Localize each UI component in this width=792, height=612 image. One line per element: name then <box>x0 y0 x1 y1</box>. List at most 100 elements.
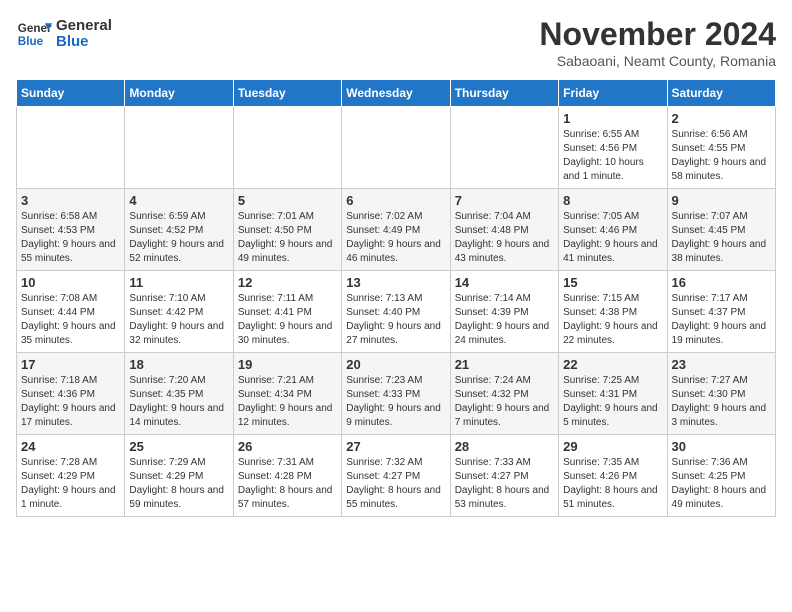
location-subtitle: Sabaoani, Neamt County, Romania <box>539 53 776 69</box>
day-info: Sunrise: 7:29 AM Sunset: 4:29 PM Dayligh… <box>129 456 228 512</box>
day-info: Sunrise: 7:05 AM Sunset: 4:46 PM Dayligh… <box>563 210 662 266</box>
calendar-cell: 20 Sunrise: 7:23 AM Sunset: 4:33 PM Dayli… <box>342 353 450 435</box>
day-number: 10 <box>21 275 120 290</box>
day-number: 9 <box>672 193 771 208</box>
day-info: Sunrise: 7:23 AM Sunset: 4:33 PM Dayligh… <box>346 374 445 430</box>
logo-icon: General Blue <box>16 16 52 52</box>
day-info: Sunrise: 7:32 AM Sunset: 4:27 PM Dayligh… <box>346 456 445 512</box>
day-info: Sunrise: 7:35 AM Sunset: 4:26 PM Dayligh… <box>563 456 662 512</box>
day-number: 14 <box>455 275 554 290</box>
day-info: Sunrise: 7:28 AM Sunset: 4:29 PM Dayligh… <box>21 456 120 512</box>
day-number: 20 <box>346 357 445 372</box>
day-info: Sunrise: 7:01 AM Sunset: 4:50 PM Dayligh… <box>238 210 337 266</box>
calendar-cell <box>17 107 125 189</box>
calendar-cell <box>233 107 341 189</box>
logo: General Blue General Blue <box>16 16 112 52</box>
calendar-cell: 2 Sunrise: 6:56 AM Sunset: 4:55 PM Daylig… <box>667 107 775 189</box>
calendar-cell: 11Sunrise: 7:10 AM Sunset: 4:42 PM Dayli… <box>125 271 233 353</box>
calendar-cell: 15 Sunrise: 7:15 AM Sunset: 4:38 PM Dayli… <box>559 271 667 353</box>
calendar-cell: 19Sunrise: 7:21 AM Sunset: 4:34 PM Dayli… <box>233 353 341 435</box>
day-number: 7 <box>455 193 554 208</box>
calendar-cell: 25 Sunrise: 7:29 AM Sunset: 4:29 PM Dayli… <box>125 435 233 517</box>
day-number: 6 <box>346 193 445 208</box>
day-info: Sunrise: 7:24 AM Sunset: 4:32 PM Dayligh… <box>455 374 554 430</box>
day-number: 8 <box>563 193 662 208</box>
day-number: 22 <box>563 357 662 372</box>
calendar-cell: 8 Sunrise: 7:05 AM Sunset: 4:46 PM Daylig… <box>559 189 667 271</box>
day-info: Sunrise: 7:17 AM Sunset: 4:37 PM Dayligh… <box>672 292 771 348</box>
day-number: 27 <box>346 439 445 454</box>
calendar-cell: 29 Sunrise: 7:35 AM Sunset: 4:26 PM Dayli… <box>559 435 667 517</box>
calendar-cell: 30Sunrise: 7:36 AM Sunset: 4:25 PM Dayli… <box>667 435 775 517</box>
calendar-week-row: 24 Sunrise: 7:28 AM Sunset: 4:29 PM Dayli… <box>17 435 776 517</box>
calendar-cell: 26 Sunrise: 7:31 AM Sunset: 4:28 PM Dayli… <box>233 435 341 517</box>
day-info: Sunrise: 7:10 AM Sunset: 4:42 PM Dayligh… <box>129 292 228 348</box>
day-number: 12 <box>238 275 337 290</box>
calendar-week-row: 10 Sunrise: 7:08 AM Sunset: 4:44 PM Dayli… <box>17 271 776 353</box>
calendar-cell: 13Sunrise: 7:13 AM Sunset: 4:40 PM Dayli… <box>342 271 450 353</box>
svg-text:Blue: Blue <box>18 35 44 48</box>
calendar-cell: 10 Sunrise: 7:08 AM Sunset: 4:44 PM Dayli… <box>17 271 125 353</box>
day-number: 17 <box>21 357 120 372</box>
weekday-header-cell: Monday <box>125 80 233 107</box>
day-number: 18 <box>129 357 228 372</box>
day-number: 13 <box>346 275 445 290</box>
calendar-cell: 27 Sunrise: 7:32 AM Sunset: 4:27 PM Dayli… <box>342 435 450 517</box>
calendar-cell: 23Sunrise: 7:27 AM Sunset: 4:30 PM Dayli… <box>667 353 775 435</box>
weekday-header-cell: Thursday <box>450 80 558 107</box>
day-number: 5 <box>238 193 337 208</box>
calendar-cell: 22 Sunrise: 7:25 AM Sunset: 4:31 PM Dayli… <box>559 353 667 435</box>
calendar-cell: 7Sunrise: 7:04 AM Sunset: 4:48 PM Daylig… <box>450 189 558 271</box>
weekday-header-cell: Wednesday <box>342 80 450 107</box>
day-info: Sunrise: 6:58 AM Sunset: 4:53 PM Dayligh… <box>21 210 120 266</box>
day-info: Sunrise: 7:08 AM Sunset: 4:44 PM Dayligh… <box>21 292 120 348</box>
calendar-table: SundayMondayTuesdayWednesdayThursdayFrid… <box>16 79 776 517</box>
calendar-cell: 18Sunrise: 7:20 AM Sunset: 4:35 PM Dayli… <box>125 353 233 435</box>
logo-blue: Blue <box>56 34 112 51</box>
calendar-cell <box>125 107 233 189</box>
calendar-week-row: 17 Sunrise: 7:18 AM Sunset: 4:36 PM Dayli… <box>17 353 776 435</box>
day-info: Sunrise: 7:31 AM Sunset: 4:28 PM Dayligh… <box>238 456 337 512</box>
calendar-cell: 4Sunrise: 6:59 AM Sunset: 4:52 PM Daylig… <box>125 189 233 271</box>
day-info: Sunrise: 7:25 AM Sunset: 4:31 PM Dayligh… <box>563 374 662 430</box>
day-info: Sunrise: 6:56 AM Sunset: 4:55 PM Dayligh… <box>672 128 771 184</box>
day-number: 15 <box>563 275 662 290</box>
day-number: 26 <box>238 439 337 454</box>
weekday-header-cell: Saturday <box>667 80 775 107</box>
day-info: Sunrise: 7:14 AM Sunset: 4:39 PM Dayligh… <box>455 292 554 348</box>
calendar-cell: 1Sunrise: 6:55 AM Sunset: 4:56 PM Daylig… <box>559 107 667 189</box>
calendar-cell: 12 Sunrise: 7:11 AM Sunset: 4:41 PM Dayli… <box>233 271 341 353</box>
calendar-cell: 16Sunrise: 7:17 AM Sunset: 4:37 PM Dayli… <box>667 271 775 353</box>
day-number: 29 <box>563 439 662 454</box>
calendar-week-row: 3 Sunrise: 6:58 AM Sunset: 4:53 PM Daylig… <box>17 189 776 271</box>
day-info: Sunrise: 7:07 AM Sunset: 4:45 PM Dayligh… <box>672 210 771 266</box>
calendar-cell <box>342 107 450 189</box>
weekday-header-row: SundayMondayTuesdayWednesdayThursdayFrid… <box>17 80 776 107</box>
calendar-week-row: 1Sunrise: 6:55 AM Sunset: 4:56 PM Daylig… <box>17 107 776 189</box>
day-info: Sunrise: 7:15 AM Sunset: 4:38 PM Dayligh… <box>563 292 662 348</box>
month-title: November 2024 <box>539 16 776 53</box>
day-info: Sunrise: 7:11 AM Sunset: 4:41 PM Dayligh… <box>238 292 337 348</box>
calendar-cell: 28Sunrise: 7:33 AM Sunset: 4:27 PM Dayli… <box>450 435 558 517</box>
calendar-cell: 6Sunrise: 7:02 AM Sunset: 4:49 PM Daylig… <box>342 189 450 271</box>
calendar-cell: 24 Sunrise: 7:28 AM Sunset: 4:29 PM Dayli… <box>17 435 125 517</box>
calendar-cell: 21 Sunrise: 7:24 AM Sunset: 4:32 PM Dayli… <box>450 353 558 435</box>
header: General Blue General Blue November 2024 … <box>16 16 776 69</box>
calendar-cell: 14 Sunrise: 7:14 AM Sunset: 4:39 PM Dayli… <box>450 271 558 353</box>
day-number: 19 <box>238 357 337 372</box>
day-number: 23 <box>672 357 771 372</box>
day-number: 21 <box>455 357 554 372</box>
weekday-header-cell: Sunday <box>17 80 125 107</box>
day-number: 24 <box>21 439 120 454</box>
weekday-header-cell: Friday <box>559 80 667 107</box>
calendar-cell <box>450 107 558 189</box>
day-info: Sunrise: 7:18 AM Sunset: 4:36 PM Dayligh… <box>21 374 120 430</box>
day-number: 2 <box>672 111 771 126</box>
day-number: 1 <box>563 111 662 126</box>
day-info: Sunrise: 7:33 AM Sunset: 4:27 PM Dayligh… <box>455 456 554 512</box>
calendar-cell: 5 Sunrise: 7:01 AM Sunset: 4:50 PM Daylig… <box>233 189 341 271</box>
day-number: 25 <box>129 439 228 454</box>
day-number: 3 <box>21 193 120 208</box>
calendar-body: 1Sunrise: 6:55 AM Sunset: 4:56 PM Daylig… <box>17 107 776 517</box>
weekday-header-cell: Tuesday <box>233 80 341 107</box>
